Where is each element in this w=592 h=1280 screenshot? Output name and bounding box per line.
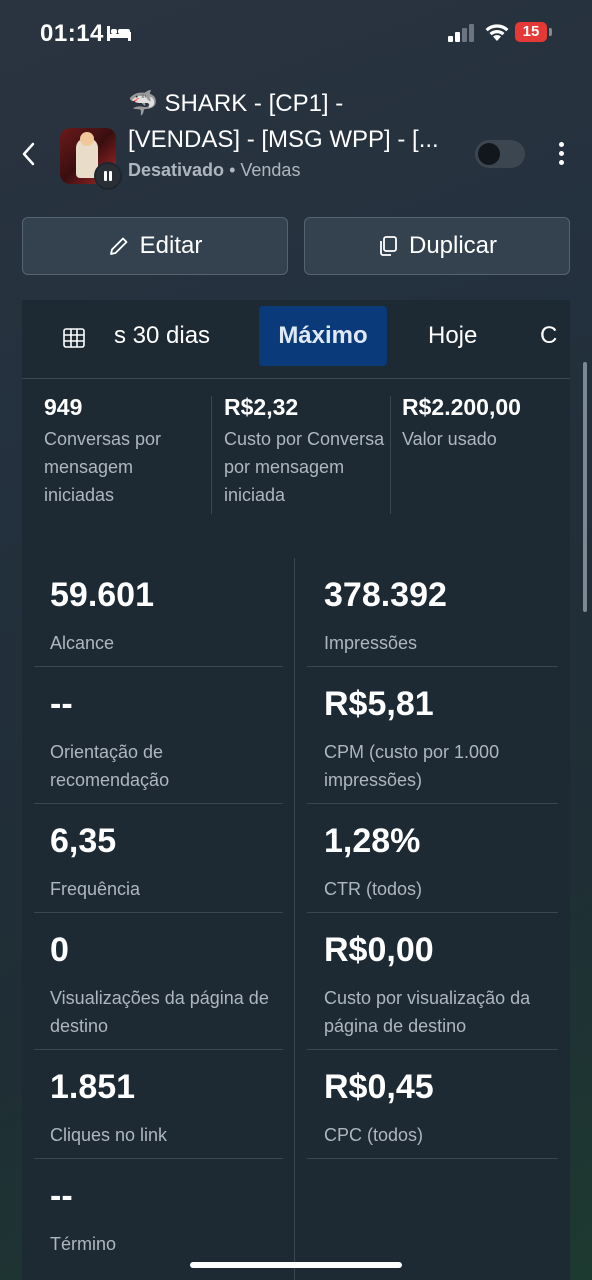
tab-today[interactable]: Hoje: [428, 306, 477, 366]
metric-value: 6,35: [50, 822, 117, 860]
summary-label: Conversas por mensagem iniciadas: [44, 429, 162, 505]
tab-last-30-days[interactable]: s 30 dias: [114, 306, 210, 366]
summary-label: Custo por Conversa por mensagem iniciada: [224, 429, 385, 505]
campaign-title: 🦈 SHARK - [CP1] - [VENDAS] - [MSG WPP] -…: [128, 86, 468, 158]
summary-cost-per-conversation: R$2,32 Custo por Conversa por mensagem i…: [224, 394, 394, 514]
title-line-1: 🦈 SHARK - [CP1] -: [128, 90, 344, 117]
divider: [307, 803, 558, 804]
duplicate-button[interactable]: Duplicar: [304, 217, 570, 275]
metric-cpc: R$0,45 CPC (todos): [324, 1068, 434, 1149]
divider: [211, 396, 212, 514]
more-options-icon[interactable]: [554, 142, 568, 168]
metric-value: 1,28%: [324, 822, 421, 860]
metric-label: CPC (todos): [324, 1125, 424, 1145]
summary-label: Valor usado: [402, 429, 497, 449]
metric-label: Término: [50, 1234, 117, 1254]
date-range-tabs: s 30 dias Máximo Hoje C: [22, 300, 570, 379]
divider: [34, 666, 283, 667]
metric-cost-per-landing-view: R$0,00 Custo por visualização da página …: [324, 931, 549, 1040]
metric-label: CPM (custo por 1.000 impressões): [324, 742, 500, 790]
metric-reach: 59.601 Alcance: [50, 576, 154, 657]
metric-landing-page-views: 0 Visualizações da página de destino: [50, 931, 280, 1040]
delivery-status: Desativado: [128, 160, 225, 180]
summary-amount-spent: R$2.200,00 Valor usado: [402, 394, 570, 514]
divider: [34, 1049, 283, 1050]
metric-link-clicks: 1.851 Cliques no link: [50, 1068, 167, 1149]
summary-value: R$2,32: [224, 394, 299, 420]
metric-value: 0: [50, 931, 69, 969]
calendar-table-icon[interactable]: [62, 326, 86, 350]
metric-label: Impressões: [324, 633, 418, 653]
edit-button[interactable]: Editar: [22, 217, 288, 275]
title-line-2: [VENDAS] - [MSG WPP] - [...: [128, 126, 439, 153]
campaign-toggle[interactable]: [475, 140, 525, 168]
divider: [307, 912, 558, 913]
cellular-signal-icon: [448, 24, 474, 42]
metric-value: 1.851: [50, 1068, 136, 1106]
metrics-column-divider: [294, 558, 295, 1280]
metric-value: 59.601: [50, 576, 154, 614]
metric-value: --: [50, 1177, 73, 1215]
metric-recommendation: -- Orientação de recomendação: [50, 685, 280, 794]
summary-value: R$2.200,00: [402, 394, 521, 420]
tab-maximum[interactable]: Máximo: [259, 306, 387, 366]
metric-label: CTR (todos): [324, 879, 423, 899]
divider: [34, 803, 283, 804]
battery-icon: 15: [515, 22, 552, 42]
divider: [307, 666, 558, 667]
back-chevron-icon[interactable]: [18, 140, 40, 168]
metric-label: Frequência: [50, 879, 141, 899]
wifi-icon: [485, 24, 509, 41]
divider: [390, 396, 391, 514]
separator-dot: •: [229, 160, 236, 180]
metric-frequency: 6,35 Frequência: [50, 822, 140, 903]
divider: [34, 912, 283, 913]
tab-next-partial[interactable]: C: [540, 306, 557, 366]
metric-label: Custo por visualização da página de dest…: [324, 988, 531, 1036]
status-bar: 01:14 15: [0, 0, 592, 64]
metric-label: Visualizações da página de destino: [50, 988, 269, 1036]
battery-level: 15: [522, 23, 540, 40]
edit-button-label: Editar: [139, 232, 203, 259]
metric-cpm: R$5,81 CPM (custo por 1.000 impressões): [324, 685, 554, 794]
metric-value: 378.392: [324, 576, 447, 614]
summary-conversations: 949 Conversas por mensagem iniciadas: [44, 394, 204, 514]
duplicate-icon: [380, 236, 397, 256]
duplicate-button-label: Duplicar: [408, 232, 498, 259]
scrollbar[interactable]: [583, 362, 587, 612]
campaign-objective: Vendas: [240, 160, 301, 180]
metric-end-date: -- Término: [50, 1177, 116, 1258]
metric-value: R$0,00: [324, 931, 434, 969]
metric-value: R$5,81: [324, 685, 434, 723]
metric-value: R$0,45: [324, 1068, 434, 1106]
pause-icon: [94, 162, 122, 190]
insights-panel: s 30 dias Máximo Hoje C 949 Conversas po…: [22, 300, 570, 1280]
campaign-subtitle: Desativado • Vendas: [128, 160, 300, 181]
divider: [307, 1049, 558, 1050]
summary-value: 949: [44, 394, 83, 420]
metric-label: Alcance: [50, 633, 115, 653]
bed-icon: [107, 26, 131, 41]
metric-impressions: 378.392 Impressões: [324, 576, 447, 657]
metric-label: Cliques no link: [50, 1125, 168, 1145]
metric-label: Orientação de recomendação: [50, 742, 170, 790]
home-indicator[interactable]: [190, 1262, 402, 1268]
divider: [307, 1158, 558, 1159]
metric-value: --: [50, 685, 73, 723]
pencil-icon: [109, 237, 128, 255]
clock: 01:14: [40, 20, 104, 47]
divider: [34, 1158, 283, 1159]
metric-ctr: 1,28% CTR (todos): [324, 822, 422, 903]
